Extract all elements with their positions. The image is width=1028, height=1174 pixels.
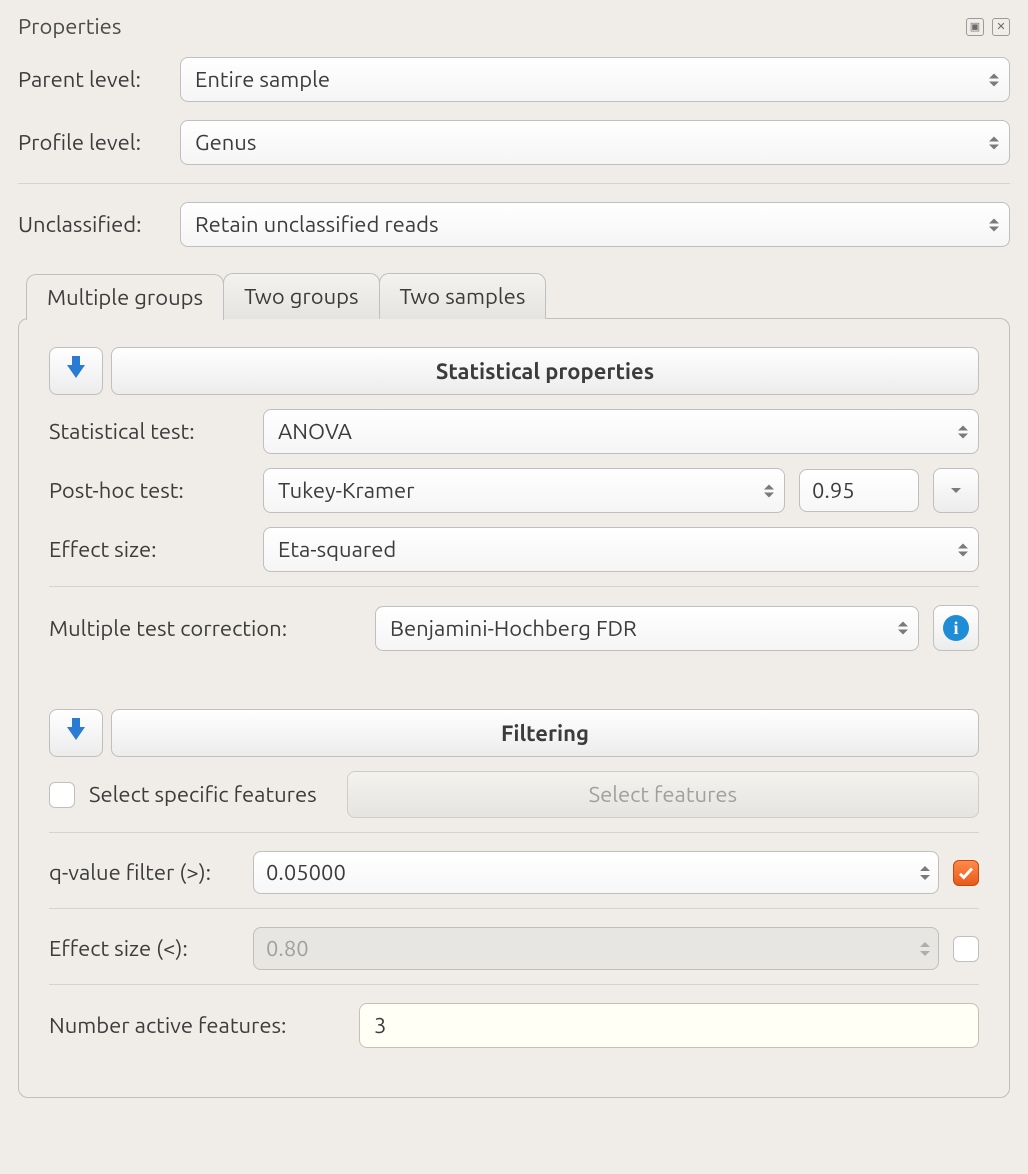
- profile-level-label: Profile level:: [18, 130, 166, 155]
- posthoc-value: Tukey-Kramer: [278, 478, 415, 503]
- separator: [18, 183, 1010, 184]
- select-specific-row: Select specific features Select features: [49, 771, 979, 818]
- qvalue-label: q-value filter (>):: [49, 860, 239, 885]
- posthoc-alpha-spin[interactable]: 0.95: [799, 469, 919, 512]
- select-features-button[interactable]: Select features: [347, 771, 979, 818]
- qvalue-spinbox[interactable]: 0.05000: [253, 851, 939, 894]
- effect-size-enable-checkbox[interactable]: [953, 936, 979, 962]
- properties-panel: Properties ▣ ✕ Parent level: Entire samp…: [0, 0, 1028, 1098]
- separator: [49, 586, 979, 587]
- tab-multiple-groups[interactable]: Multiple groups: [26, 274, 224, 320]
- spin-icon: [920, 866, 930, 880]
- detach-icon[interactable]: ▣: [966, 18, 984, 36]
- close-icon[interactable]: ✕: [992, 18, 1010, 36]
- spin-icon: [764, 484, 774, 497]
- spin-icon: [958, 543, 968, 556]
- num-active-value: 3: [374, 1013, 386, 1038]
- posthoc-label: Post-hoc test:: [49, 478, 249, 503]
- effect-size-filter-spinbox: 0.80: [253, 927, 939, 970]
- separator: [49, 832, 979, 833]
- collapse-button-filtering[interactable]: [49, 709, 103, 757]
- panel-title: Properties: [18, 14, 121, 39]
- info-icon: i: [943, 615, 969, 641]
- filtering-section-header: Filtering: [49, 709, 979, 757]
- profile-level-row: Profile level: Genus: [18, 120, 1010, 165]
- window-icons: ▣ ✕: [966, 18, 1010, 36]
- mtc-label: Multiple test correction:: [49, 616, 361, 641]
- effect-size-filter-row: Effect size (<): 0.80: [49, 927, 979, 970]
- tab-two-groups[interactable]: Two groups: [223, 273, 379, 319]
- mtc-row: Multiple test correction: Benjamini-Hoch…: [49, 605, 979, 651]
- num-active-field: 3: [359, 1003, 979, 1048]
- posthoc-alpha-dropdown[interactable]: [933, 468, 979, 513]
- spin-icon: [958, 425, 968, 438]
- effect-size-filter-value: 0.80: [266, 936, 309, 961]
- num-active-row: Number active features: 3: [49, 1003, 979, 1048]
- select-specific-checkbox[interactable]: [49, 782, 75, 808]
- separator: [49, 984, 979, 985]
- spin-icon: [989, 218, 999, 231]
- parent-level-row: Parent level: Entire sample: [18, 57, 1010, 102]
- posthoc-alpha-value: 0.95: [812, 478, 855, 503]
- tab-body: Statistical properties Statistical test:…: [18, 318, 1010, 1098]
- unclassified-combo[interactable]: Retain unclassified reads: [180, 202, 1010, 247]
- mtc-value: Benjamini-Hochberg FDR: [390, 616, 637, 641]
- parent-level-combo[interactable]: Entire sample: [180, 57, 1010, 102]
- statistical-test-row: Statistical test: ANOVA: [49, 409, 979, 454]
- effect-size-row: Effect size: Eta-squared: [49, 527, 979, 572]
- effect-size-label: Effect size:: [49, 537, 249, 562]
- statistical-test-combo[interactable]: ANOVA: [263, 409, 979, 454]
- posthoc-combo[interactable]: Tukey-Kramer: [263, 468, 785, 513]
- spin-icon: [989, 73, 999, 86]
- collapse-button-stats[interactable]: [49, 347, 103, 395]
- mtc-combo[interactable]: Benjamini-Hochberg FDR: [375, 606, 919, 651]
- down-arrow-icon: [67, 365, 85, 378]
- spin-icon: [898, 622, 908, 635]
- spin-icon: [989, 136, 999, 149]
- parent-level-value: Entire sample: [195, 67, 330, 92]
- down-arrow-icon: [67, 727, 85, 740]
- separator: [49, 908, 979, 909]
- qvalue-enable-checkbox[interactable]: [953, 860, 979, 886]
- profile-level-value: Genus: [195, 130, 256, 155]
- statistical-section-title[interactable]: Statistical properties: [111, 347, 979, 395]
- unclassified-row: Unclassified: Retain unclassified reads: [18, 202, 1010, 247]
- qvalue-value: 0.05000: [266, 860, 346, 885]
- unclassified-value: Retain unclassified reads: [195, 212, 439, 237]
- parent-level-label: Parent level:: [18, 67, 166, 92]
- tab-two-samples[interactable]: Two samples: [379, 273, 547, 319]
- profile-level-combo[interactable]: Genus: [180, 120, 1010, 165]
- statistical-test-label: Statistical test:: [49, 419, 249, 444]
- num-active-label: Number active features:: [49, 1013, 345, 1038]
- effect-size-combo[interactable]: Eta-squared: [263, 527, 979, 572]
- effect-size-filter-label: Effect size (<):: [49, 936, 239, 961]
- filtering-section-title[interactable]: Filtering: [111, 709, 979, 757]
- mtc-info-button[interactable]: i: [933, 605, 979, 651]
- effect-size-value: Eta-squared: [278, 537, 396, 562]
- posthoc-row: Post-hoc test: Tukey-Kramer 0.95: [49, 468, 979, 513]
- qvalue-row: q-value filter (>): 0.05000: [49, 851, 979, 894]
- tabs: Multiple groups Two groups Two samples: [18, 273, 1010, 319]
- select-specific-label: Select specific features: [89, 782, 317, 807]
- chevron-down-icon: [951, 488, 961, 493]
- titlebar: Properties ▣ ✕: [18, 14, 1010, 39]
- statistical-section-header: Statistical properties: [49, 347, 979, 395]
- spin-icon: [920, 942, 930, 956]
- unclassified-label: Unclassified:: [18, 212, 166, 237]
- statistical-test-value: ANOVA: [278, 419, 352, 444]
